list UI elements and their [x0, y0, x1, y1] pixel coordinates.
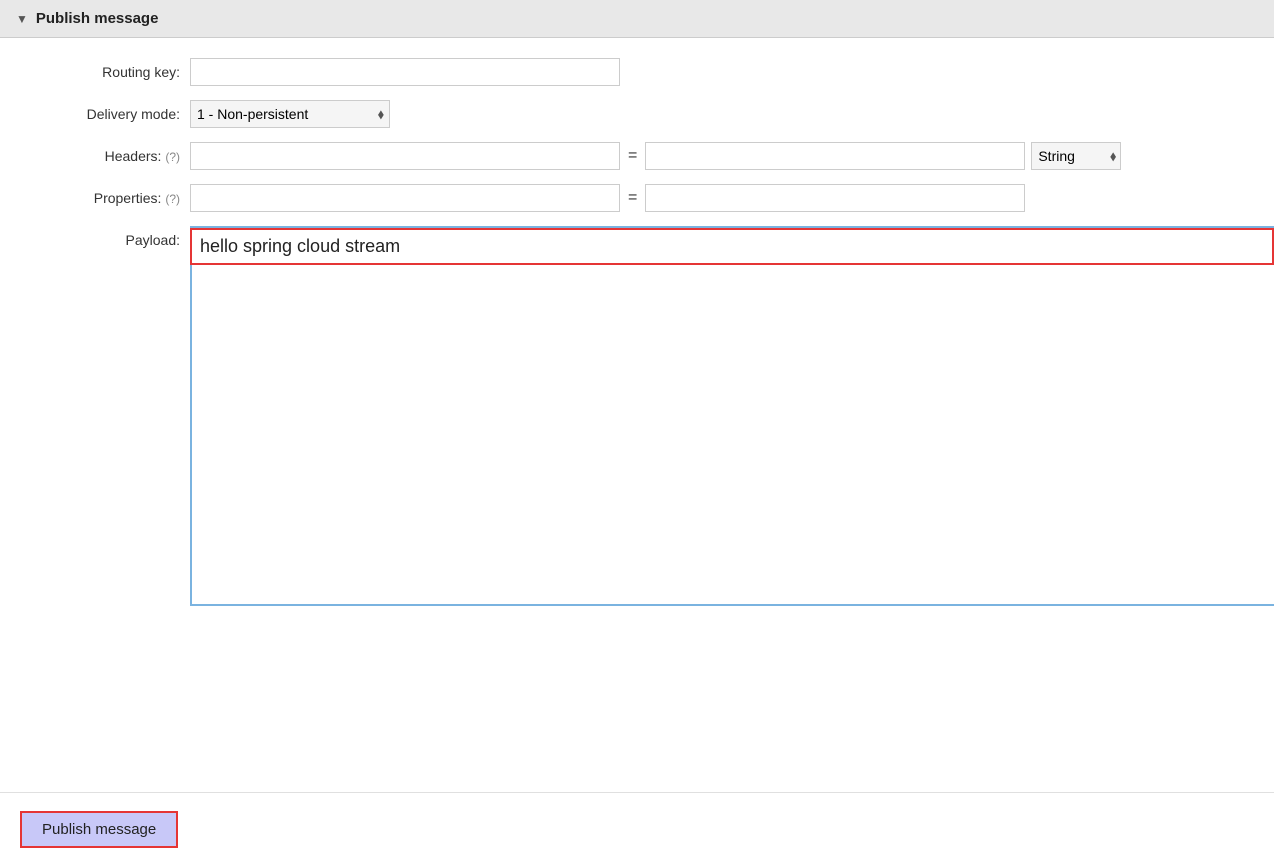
headers-label: Headers: (?) — [20, 148, 190, 164]
delivery-mode-select[interactable]: 1 - Non-persistent 2 - Persistent — [190, 100, 390, 128]
headers-value-input[interactable] — [645, 142, 1025, 170]
routing-key-label: Routing key: — [20, 64, 190, 80]
payload-container — [190, 226, 1274, 606]
collapse-icon[interactable]: ▼ — [16, 12, 28, 26]
headers-help-icon[interactable]: (?) — [165, 150, 180, 164]
delivery-mode-select-wrapper: 1 - Non-persistent 2 - Persistent — [190, 100, 390, 128]
delivery-mode-row: Delivery mode: 1 - Non-persistent 2 - Pe… — [0, 100, 1274, 128]
properties-row: Properties: (?) = — [0, 184, 1274, 212]
routing-key-row: Routing key: — [0, 58, 1274, 86]
form-area: Routing key: Delivery mode: 1 - Non-pers… — [0, 38, 1274, 792]
payload-label: Payload: — [0, 226, 190, 248]
headers-equal-sign: = — [626, 147, 639, 165]
properties-key-input[interactable] — [190, 184, 620, 212]
headers-type-select[interactable]: String Number Boolean — [1031, 142, 1121, 170]
headers-inputs: = String Number Boolean — [190, 142, 1121, 170]
headers-key-input[interactable] — [190, 142, 620, 170]
headers-row: Headers: (?) = String Number Boolean — [0, 142, 1274, 170]
delivery-mode-label: Delivery mode: — [20, 106, 190, 122]
section-header: ▼ Publish message — [0, 0, 1274, 38]
payload-textarea[interactable] — [190, 265, 1274, 604]
section-title: Publish message — [36, 10, 159, 27]
properties-inputs: = — [190, 184, 1025, 212]
properties-label: Properties: (?) — [20, 190, 190, 206]
properties-equal-sign: = — [626, 189, 639, 207]
properties-help-icon[interactable]: (?) — [165, 192, 180, 206]
payload-row: Payload: — [0, 226, 1274, 772]
payload-first-line-input[interactable] — [190, 228, 1274, 265]
properties-value-input[interactable] — [645, 184, 1025, 212]
headers-type-wrapper: String Number Boolean — [1031, 142, 1121, 170]
routing-key-input[interactable] — [190, 58, 620, 86]
page-wrapper: ▼ Publish message Routing key: Delivery … — [0, 0, 1274, 866]
bottom-bar: Publish message — [0, 792, 1274, 866]
publish-message-button[interactable]: Publish message — [20, 811, 178, 848]
